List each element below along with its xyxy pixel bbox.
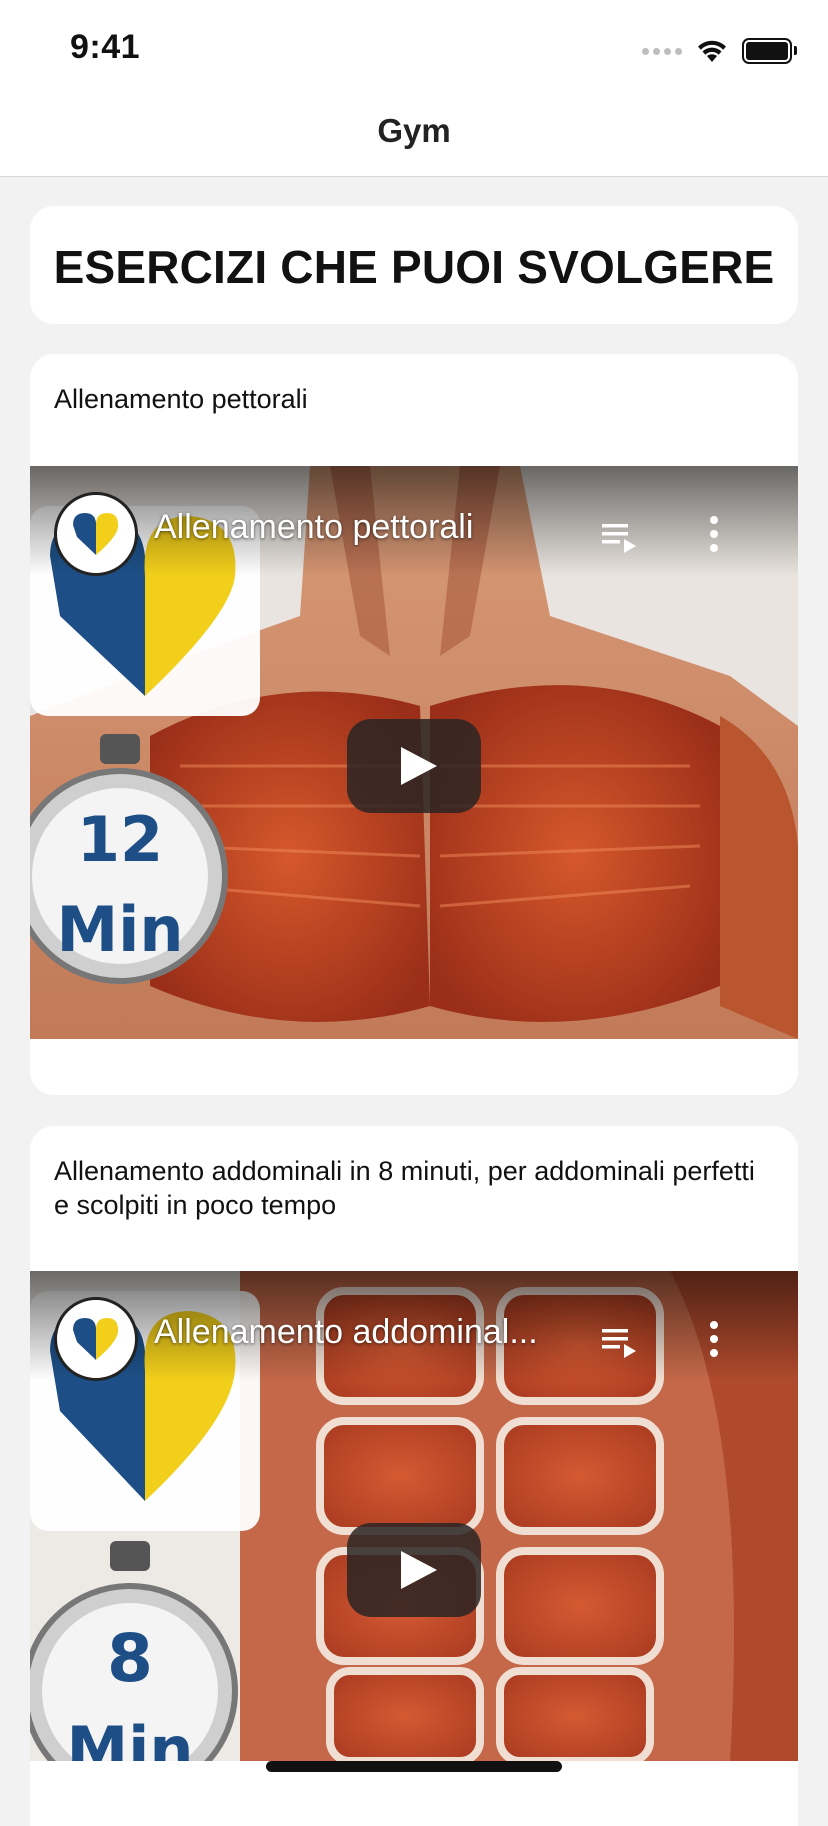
channel-logo-icon[interactable] bbox=[54, 1297, 138, 1381]
battery-icon bbox=[742, 38, 797, 64]
more-options-icon[interactable] bbox=[706, 1319, 722, 1359]
svg-text:Min: Min bbox=[56, 893, 183, 966]
exercise-card: Allenamento addominali in 8 minuti, per … bbox=[30, 1126, 798, 1826]
svg-text:Min: Min bbox=[66, 1713, 193, 1761]
status-icons bbox=[642, 36, 797, 66]
cellular-signal-icon bbox=[642, 47, 682, 55]
top-bar: 9:41 Gym bbox=[0, 0, 828, 177]
playlist-icon[interactable] bbox=[600, 1325, 638, 1361]
svg-text:8: 8 bbox=[107, 1620, 153, 1697]
wifi-icon bbox=[698, 40, 726, 62]
nav-title: Gym bbox=[377, 112, 451, 149]
section-title: ESERCIZI CHE PUOI SVOLGERE bbox=[53, 241, 775, 293]
channel-logo-icon[interactable] bbox=[54, 492, 138, 576]
exercise-description: Allenamento pettorali bbox=[54, 384, 308, 414]
section-header-card: ESERCIZI CHE PUOI SVOLGERE bbox=[30, 206, 798, 324]
play-button[interactable] bbox=[347, 719, 481, 813]
status-time: 9:41 bbox=[70, 28, 141, 66]
video-player[interactable]: 8 Min Allenamento addominal... bbox=[30, 1271, 798, 1761]
svg-text:12: 12 bbox=[77, 803, 163, 876]
home-indicator[interactable] bbox=[266, 1761, 562, 1772]
video-title[interactable]: Allenamento pettorali bbox=[154, 508, 564, 547]
play-button[interactable] bbox=[347, 1523, 481, 1617]
playlist-icon[interactable] bbox=[600, 520, 638, 556]
video-title[interactable]: Allenamento addominal... bbox=[154, 1313, 564, 1352]
video-player[interactable]: 12 Min Allenamento pettorali bbox=[30, 466, 798, 1039]
more-options-icon[interactable] bbox=[706, 514, 722, 554]
exercise-card: Allenamento pettorali 12 Min Allenamento… bbox=[30, 354, 798, 1095]
exercise-description: Allenamento addominali in 8 minuti, per … bbox=[54, 1156, 755, 1220]
